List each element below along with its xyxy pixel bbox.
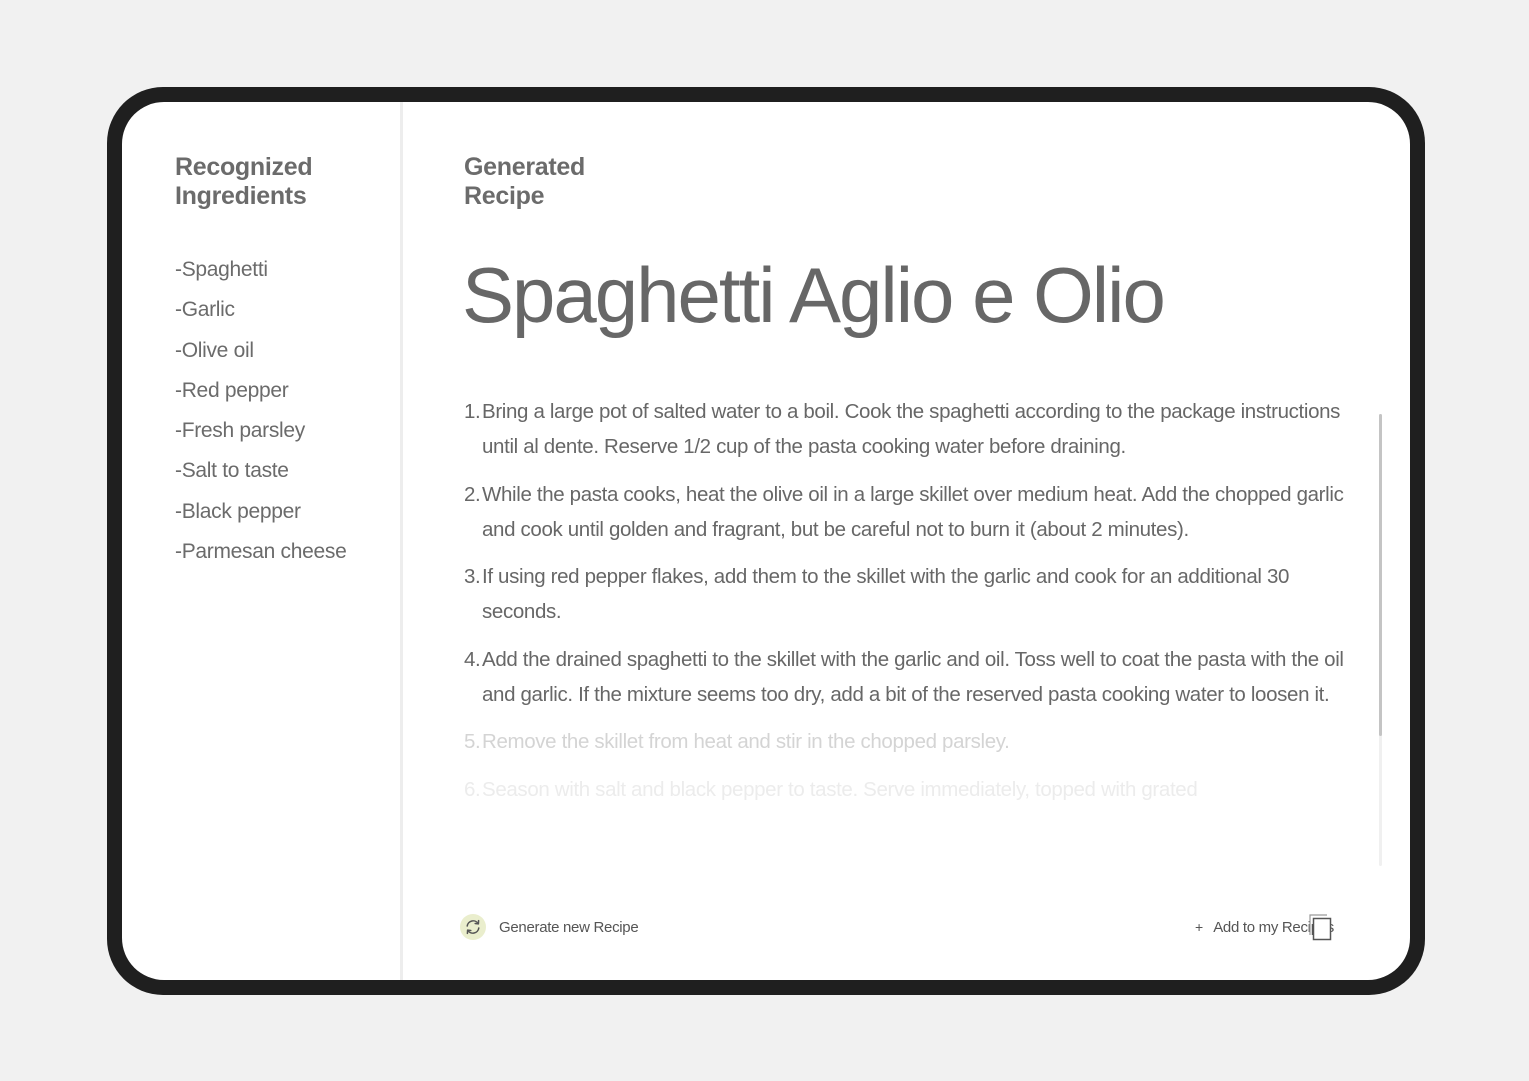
- ingredients-sidebar: Recognized Ingredients -Spaghetti -Garlic…: [122, 102, 403, 980]
- step-text: Add the drained spaghetti to the skillet…: [482, 647, 1344, 706]
- ingredient-item: -Spaghetti: [175, 258, 268, 281]
- step-text: While the pasta cooks, heat the olive oi…: [482, 482, 1344, 541]
- steps-scrollbar-thumb[interactable]: [1379, 414, 1382, 736]
- ingredients-list: -Spaghetti -Garlic -Olive oil -Red peppe…: [175, 250, 347, 572]
- ingredient-item: -Fresh parsley: [175, 419, 306, 443]
- step-number: 1.: [464, 400, 481, 423]
- ingredients-heading-line1: Recognized: [175, 153, 313, 181]
- step-number: 2.: [464, 482, 481, 506]
- step-text: Season with salt and black pepper to tas…: [482, 777, 1198, 801]
- ingredients-heading-line2: Ingredients: [175, 182, 307, 210]
- recipe-steps-list: 1. Bring a large pot of salted water to a…: [464, 394, 1344, 807]
- copy-icon[interactable]: [1307, 913, 1333, 941]
- step-number: 6.: [464, 777, 481, 801]
- ingredients-heading: Recognized Ingredients: [175, 153, 375, 211]
- recipe-title: Spaghetti Aglio e Olio: [462, 251, 1166, 339]
- recipe-heading-line2: Recipe: [464, 182, 545, 210]
- ingredient-item: -Olive oil: [175, 338, 254, 362]
- step-number: 4.: [464, 647, 481, 671]
- ingredient-item: -Garlic: [175, 298, 235, 322]
- ingredient-item: -Red pepper: [175, 378, 289, 402]
- app-screen: Recognized Ingredients -Spaghetti -Garlic…: [122, 102, 1410, 980]
- ingredient-item: -Black pepper: [175, 499, 301, 523]
- plus-icon: +: [1195, 919, 1204, 935]
- step-number: 3.: [464, 565, 481, 588]
- recipe-step: 4. Add the drained spaghetti to the skill…: [464, 642, 1344, 712]
- refresh-icon: [460, 914, 486, 940]
- recipe-step: 2. While the pasta cooks, heat the olive …: [464, 477, 1344, 547]
- recipe-steps-scroll-area[interactable]: 1. Bring a large pot of salted water to a…: [464, 394, 1344, 874]
- recipe-step: 6. Season with salt and black pepper to t…: [464, 772, 1344, 807]
- recipe-section-heading: Generated Recipe: [464, 153, 664, 211]
- recipe-heading-line1: Generated: [464, 153, 585, 181]
- recipe-step: 1. Bring a large pot of salted water to a…: [464, 394, 1344, 464]
- steps-scrollbar[interactable]: [1379, 414, 1382, 866]
- generate-new-recipe-label: Generate new Recipe: [499, 918, 639, 936]
- generate-new-recipe-button[interactable]: Generate new Recipe: [460, 914, 639, 940]
- step-text: Bring a large pot of salted water to a b…: [482, 400, 1341, 458]
- device-frame: Recognized Ingredients -Spaghetti -Garlic…: [107, 87, 1425, 995]
- recipe-step: 5. Remove the skillet from heat and stir …: [464, 724, 1344, 759]
- step-number: 5.: [464, 730, 481, 753]
- ingredient-item: -Salt to taste: [175, 459, 289, 483]
- step-text: Remove the skillet from heat and stir in…: [482, 730, 1010, 753]
- step-text: If using red pepper flakes, add them to …: [482, 565, 1290, 623]
- ingredient-item: -Parmesan cheese: [175, 540, 347, 564]
- recipe-step: 3. If using red pepper flakes, add them t…: [464, 559, 1344, 629]
